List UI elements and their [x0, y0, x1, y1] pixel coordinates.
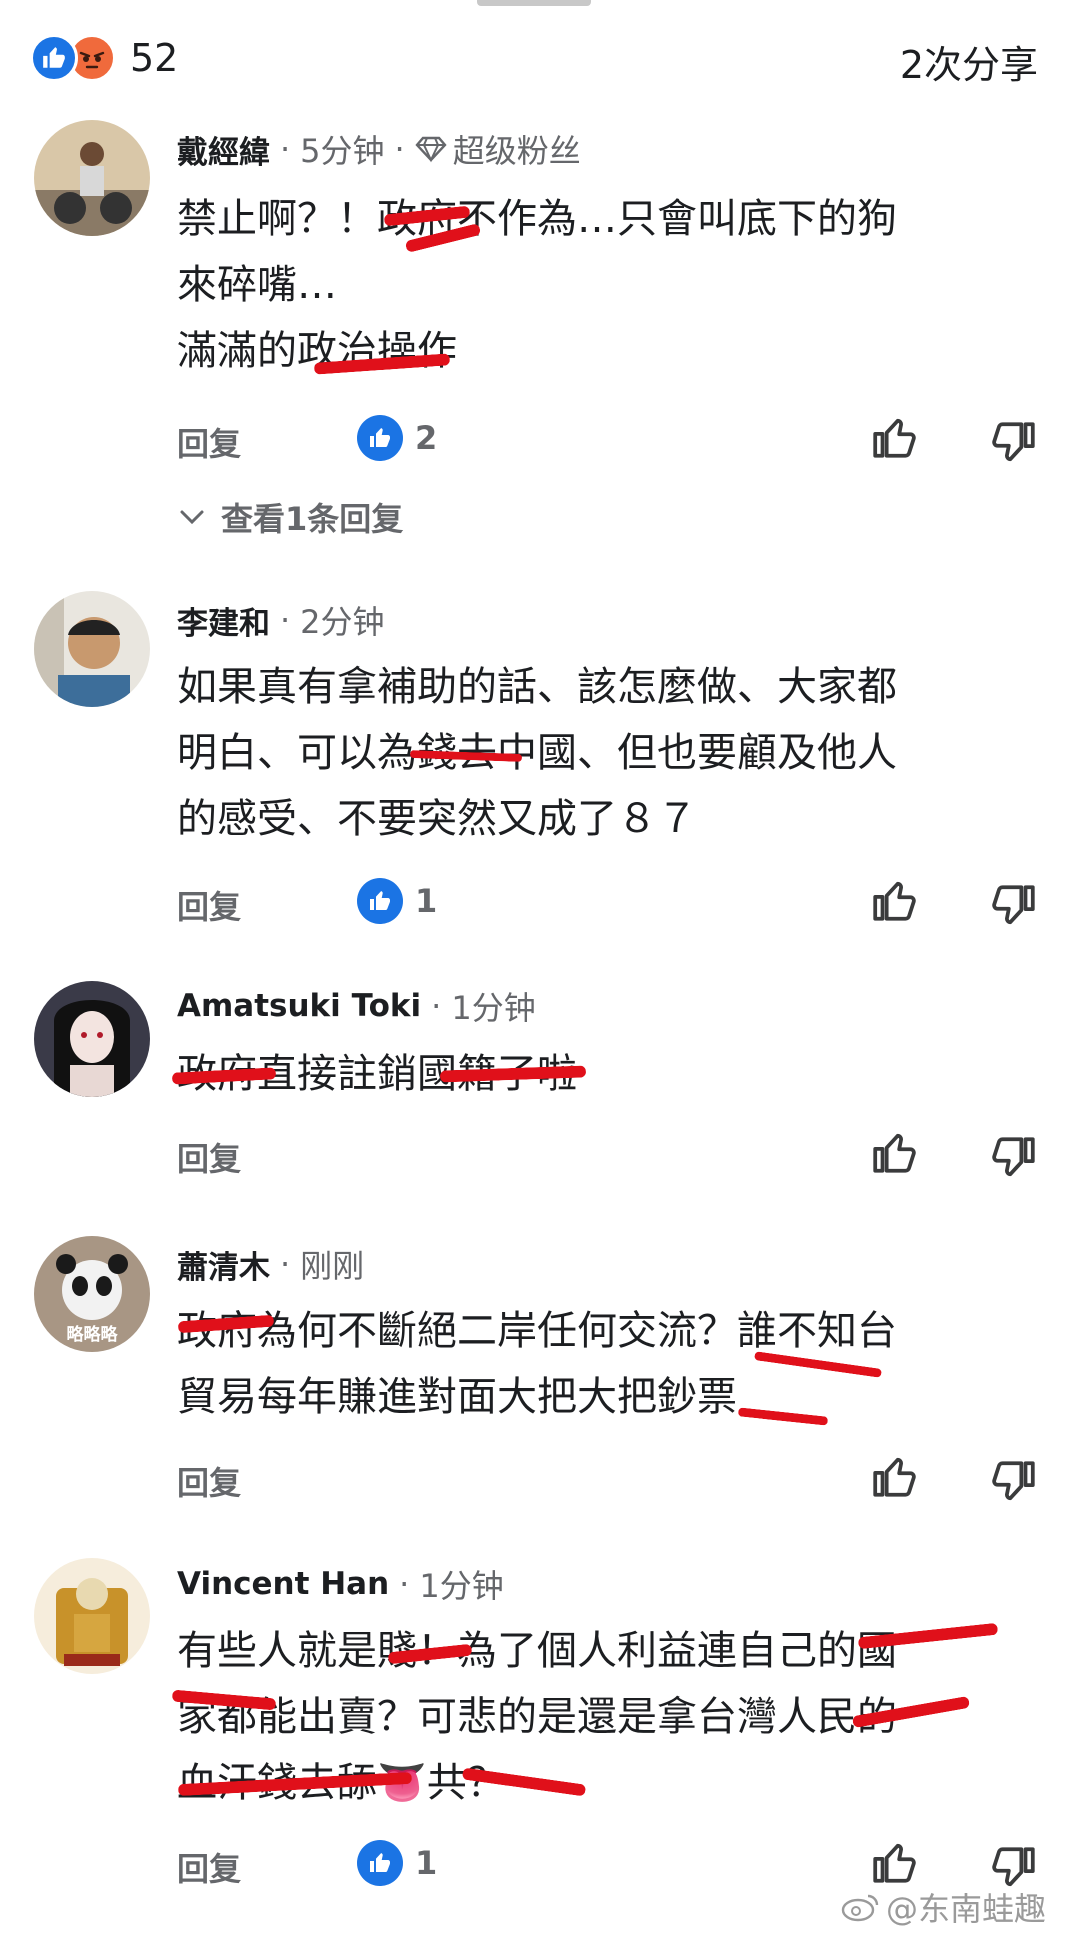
- comment-time: 5分钟: [300, 132, 385, 170]
- comment-text: 政府直接註銷國籍了啦: [177, 1051, 577, 1097]
- author-name[interactable]: Vincent Han: [177, 1566, 389, 1602]
- reply-button[interactable]: 回复: [177, 419, 241, 465]
- thumbs-up-icon[interactable]: [870, 876, 920, 926]
- like-icon: [357, 415, 403, 461]
- like-icon: [30, 34, 78, 82]
- author-name[interactable]: Amatsuki Toki: [177, 988, 421, 1024]
- share-count[interactable]: 2次分享: [900, 34, 1038, 89]
- thumbs-down-icon[interactable]: [988, 880, 1038, 930]
- comment-time: 1分钟: [451, 989, 536, 1027]
- reactions-bar: 52 2次分享: [30, 28, 1038, 88]
- thumbs-up-icon[interactable]: [870, 413, 920, 463]
- comment-actions: 回复: [177, 1128, 1038, 1188]
- avatar[interactable]: [34, 1558, 150, 1674]
- watermark: @东南蛙趣: [840, 1884, 1046, 1930]
- author-name[interactable]: 戴經緯: [177, 127, 270, 172]
- thumbs-down-icon[interactable]: [988, 417, 1038, 467]
- comment-meta: 戴經緯 · 5分钟 · 超级粉丝: [177, 126, 581, 172]
- comment-text: 政府為何不斷絕二岸任何交流？誰不知台 貿易每年賺進對面大把大把鈔票: [177, 1308, 897, 1420]
- author-name[interactable]: 李建和: [177, 598, 270, 643]
- fan-badge: 超级粉丝: [415, 126, 581, 172]
- comment-time: 刚刚: [300, 1247, 365, 1285]
- like-count: 2: [345, 415, 437, 461]
- comment-meta: Amatsuki Toki · 1分钟: [177, 983, 536, 1029]
- reaction-count: 52: [130, 36, 179, 80]
- thumbs-up-icon[interactable]: [870, 1452, 920, 1502]
- avatar-caption: 略略略: [66, 1325, 118, 1345]
- comment-meta: 蕭清木 · 刚刚: [177, 1241, 364, 1287]
- comment-time: 1分钟: [419, 1567, 504, 1605]
- reply-button[interactable]: 回复: [177, 1844, 241, 1890]
- like-icon: [357, 1840, 403, 1886]
- avatar[interactable]: [34, 981, 150, 1097]
- thumbs-up-icon[interactable]: [870, 1128, 920, 1178]
- thumbs-up-icon[interactable]: [870, 1838, 920, 1888]
- comment-actions: 回复: [177, 1452, 1038, 1512]
- chevron-down-icon: [180, 510, 204, 525]
- like-count: 1: [345, 878, 437, 924]
- reply-button[interactable]: 回复: [177, 1134, 241, 1180]
- avatar[interactable]: [34, 120, 150, 236]
- comment-text: 如果真有拿補助的話、該怎麼做、大家都 明白、可以為錢去中國、但也要顧及他人 的感…: [177, 664, 897, 842]
- reply-button[interactable]: 回复: [177, 882, 241, 928]
- drag-handle[interactable]: [477, 0, 591, 6]
- weibo-icon: [841, 1894, 879, 1922]
- comment-time: 2分钟: [300, 603, 385, 641]
- like-count: 1: [345, 1840, 437, 1886]
- thumbs-down-icon[interactable]: [988, 1456, 1038, 1506]
- comment-meta: 李建和 · 2分钟: [177, 597, 385, 643]
- author-name[interactable]: 蕭清木: [177, 1242, 270, 1287]
- avatar[interactable]: [34, 591, 150, 707]
- reply-button[interactable]: 回复: [177, 1458, 241, 1504]
- comment-actions: 回复 2: [177, 413, 1038, 473]
- diamond-icon: [415, 136, 447, 163]
- thumbs-down-icon[interactable]: [988, 1132, 1038, 1182]
- reactions-summary[interactable]: 52: [30, 34, 178, 82]
- avatar[interactable]: 略略略: [34, 1236, 150, 1352]
- like-icon: [357, 878, 403, 924]
- comment-meta: Vincent Han · 1分钟: [177, 1561, 504, 1607]
- comment-actions: 回复 1: [177, 876, 1038, 936]
- view-replies-button[interactable]: 查看1条回复: [177, 494, 403, 540]
- comment-text: 禁止啊？！政府不作為…只會叫底下的狗 來碎嘴… 滿滿的政治操作: [177, 196, 897, 374]
